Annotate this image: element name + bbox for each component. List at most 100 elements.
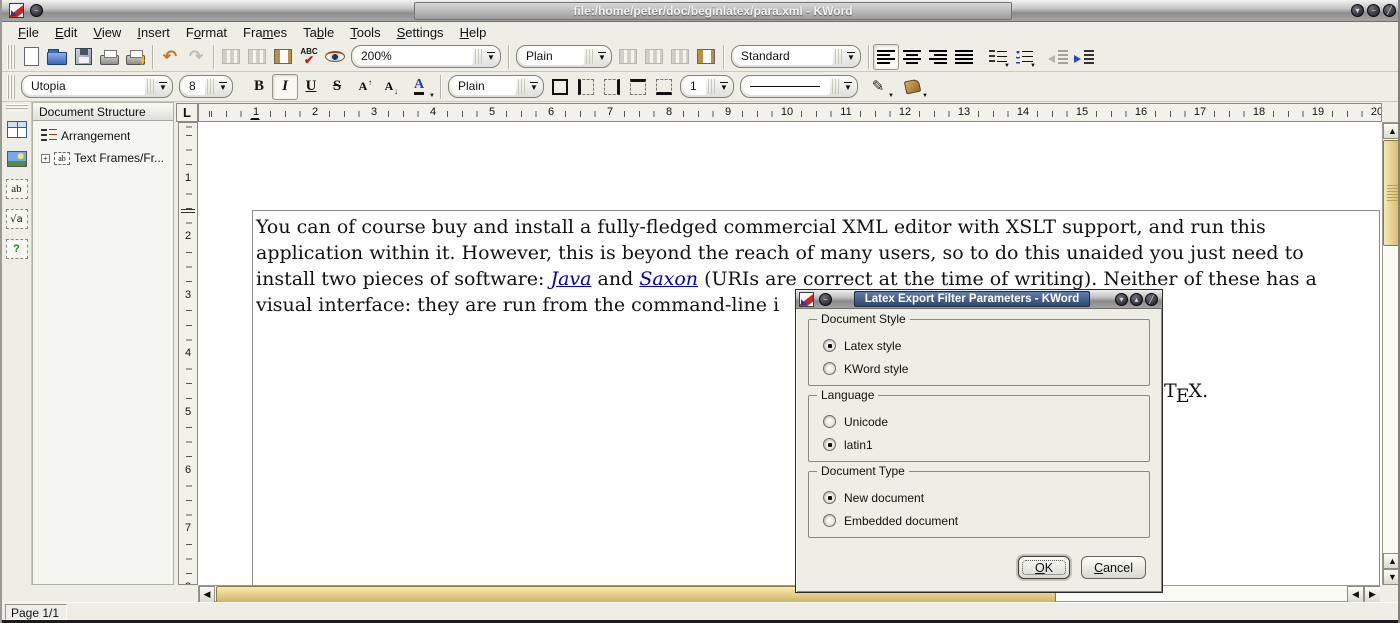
- numbered-list-button[interactable]: ▼: [985, 44, 1011, 70]
- radio-option-embedded-document[interactable]: Embedded document: [823, 509, 1149, 532]
- frame-style-combo[interactable]: Plain ▼: [448, 75, 544, 98]
- subscript-button[interactable]: A↓: [376, 74, 402, 100]
- radio-option-new-document[interactable]: New document: [823, 486, 1149, 509]
- menu-settings[interactable]: Settings: [389, 24, 452, 41]
- sidebar-item-arrangement[interactable]: Arrangement: [41, 129, 171, 143]
- radio-option-latex-style[interactable]: Latex style: [823, 334, 1149, 357]
- delete-row-button[interactable]: [667, 44, 693, 70]
- edit-frame-button[interactable]: [218, 44, 244, 70]
- radio-embedded-document[interactable]: [823, 514, 836, 527]
- hyperlink-saxon[interactable]: Saxon: [639, 268, 698, 290]
- vertical-scrollbar[interactable]: ▲ ▲ ▼: [1382, 122, 1400, 585]
- font-family-combo[interactable]: Utopia ▼: [21, 75, 173, 98]
- save-button[interactable]: [70, 44, 96, 70]
- dialog-maximize-button[interactable]: ▴: [1130, 293, 1143, 306]
- insert-picture-button[interactable]: [4, 146, 30, 172]
- chevron-down-icon[interactable]: ▼: [156, 82, 170, 92]
- menu-tools[interactable]: Tools: [342, 24, 388, 41]
- radio-option-latin1[interactable]: latin1: [823, 433, 1149, 456]
- insert-formula-button[interactable]: √a: [4, 206, 30, 232]
- menu-view[interactable]: View: [85, 24, 129, 41]
- font-size-combo[interactable]: 8 ▼: [179, 75, 233, 98]
- superscript-button[interactable]: A↑: [350, 74, 376, 100]
- scroll-right-button[interactable]: ▶: [1364, 586, 1381, 603]
- menu-frames[interactable]: Frames: [235, 24, 295, 41]
- vertical-scrollbar-thumb[interactable]: [1383, 140, 1400, 246]
- border-color-button[interactable]: ✎▼: [861, 74, 895, 100]
- minimize-button[interactable]: −: [1367, 4, 1380, 17]
- align-center-button[interactable]: [899, 44, 925, 70]
- close-button[interactable]: ╱: [1383, 4, 1396, 17]
- print-button[interactable]: [96, 44, 122, 70]
- radio-kword-style[interactable]: [823, 362, 836, 375]
- insert-text-frame-button[interactable]: ab: [4, 176, 30, 202]
- zoom-combo[interactable]: 200% ▼: [351, 45, 501, 68]
- insert-column-button[interactable]: [641, 44, 667, 70]
- chevron-down-icon[interactable]: ▼: [841, 82, 855, 92]
- hyperlink-java[interactable]: Java: [550, 268, 591, 290]
- delete-frame-button[interactable]: [244, 44, 270, 70]
- kword-app-icon[interactable]: [9, 3, 24, 18]
- align-left-button[interactable]: [873, 44, 899, 70]
- cancel-button[interactable]: Cancel: [1081, 556, 1146, 579]
- shade-button[interactable]: ▾: [1351, 4, 1364, 17]
- border-outline-button[interactable]: [547, 74, 573, 100]
- menu-edit[interactable]: Edit: [47, 24, 85, 41]
- align-justify-button[interactable]: [951, 44, 977, 70]
- open-button[interactable]: [44, 44, 70, 70]
- align-right-button[interactable]: [925, 44, 951, 70]
- border-left-button[interactable]: [573, 74, 599, 100]
- scroll-left-button[interactable]: ◀: [1347, 586, 1364, 603]
- frame-properties-button[interactable]: [270, 44, 296, 70]
- radio-new-document[interactable]: [823, 491, 836, 504]
- underline-button[interactable]: U: [298, 74, 324, 100]
- chevron-down-icon[interactable]: ▼: [595, 52, 609, 62]
- scroll-up-button[interactable]: ▲: [1383, 123, 1400, 139]
- chevron-down-icon[interactable]: ▼: [527, 82, 541, 92]
- chevron-down-icon[interactable]: ▼: [216, 82, 230, 92]
- radio-option-kword-style[interactable]: KWord style: [823, 357, 1149, 380]
- radio-latin1[interactable]: [823, 438, 836, 451]
- chevron-down-icon[interactable]: ▼: [844, 52, 858, 62]
- vertical-ruler[interactable]: 12345678: [178, 122, 198, 585]
- frame-borders-button[interactable]: [693, 44, 719, 70]
- undo-button[interactable]: ↶: [157, 44, 183, 70]
- decrease-indent-button[interactable]: [1045, 44, 1071, 70]
- insert-table-button[interactable]: [4, 116, 30, 142]
- menu-format[interactable]: Format: [178, 24, 235, 41]
- border-right-button[interactable]: [599, 74, 625, 100]
- increase-indent-button[interactable]: [1071, 44, 1097, 70]
- toolbar-handle[interactable]: [6, 104, 28, 111]
- horizontal-ruler[interactable]: 1234567891011121314151617181920: [198, 103, 1382, 122]
- menu-insert[interactable]: Insert: [129, 24, 178, 41]
- insert-row-button[interactable]: [615, 44, 641, 70]
- strikethrough-button[interactable]: S: [324, 74, 350, 100]
- chevron-down-icon[interactable]: ▼: [717, 82, 731, 92]
- print-preview-button[interactable]: [122, 44, 148, 70]
- border-width-combo[interactable]: 1 ▼: [680, 75, 734, 98]
- border-style-combo[interactable]: ▼: [740, 75, 858, 98]
- background-color-button[interactable]: ▼: [895, 74, 929, 100]
- title-bar[interactable]: − file:/home/peter/doc/beginlatex/para.x…: [2, 0, 1400, 22]
- redo-button[interactable]: ↷: [183, 44, 209, 70]
- ok-button[interactable]: OK: [1018, 556, 1070, 579]
- border-bottom-button[interactable]: [651, 74, 677, 100]
- horizontal-scrollbar[interactable]: ◀ ◀ ▶: [198, 585, 1380, 602]
- border-top-button[interactable]: [625, 74, 651, 100]
- dialog-close-button[interactable]: ╱: [1145, 293, 1158, 306]
- dialog-title-bar[interactable]: − Latex Export Filter Parameters - KWord…: [796, 290, 1162, 309]
- radio-option-unicode[interactable]: Unicode: [823, 410, 1149, 433]
- radio-unicode[interactable]: [823, 415, 836, 428]
- spellcheck-button[interactable]: ABC✔: [296, 44, 322, 70]
- table-template-combo[interactable]: Standard ▼: [731, 45, 861, 68]
- menu-table[interactable]: Table: [295, 24, 342, 41]
- chevron-down-icon[interactable]: ▼: [484, 52, 498, 62]
- tab-stop-button[interactable]: L: [176, 103, 198, 122]
- window-menu-button[interactable]: −: [30, 4, 43, 17]
- paragraph-style-combo[interactable]: Plain ▼: [516, 45, 612, 68]
- insert-object-button[interactable]: ?: [4, 236, 30, 262]
- dialog-shade-button[interactable]: ▾: [1115, 293, 1128, 306]
- bullet-list-button[interactable]: ▼: [1011, 44, 1037, 70]
- sidebar-item-text-frames-fr[interactable]: +abText Frames/Fr...: [41, 151, 171, 165]
- menu-help[interactable]: Help: [452, 24, 495, 41]
